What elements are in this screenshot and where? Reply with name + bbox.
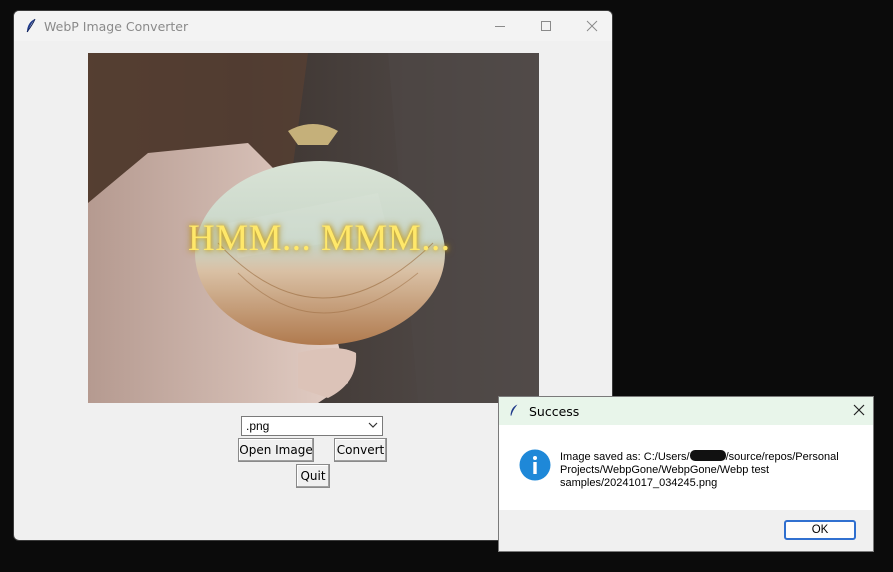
dialog-title-bar[interactable]: Success (499, 397, 873, 425)
minimize-icon (495, 26, 505, 27)
close-icon (586, 20, 598, 32)
open-image-button[interactable]: Open Image (238, 438, 314, 462)
ok-button[interactable]: OK (784, 520, 856, 540)
minimize-button[interactable] (477, 11, 523, 41)
image-preview: HMM... MMM... (88, 53, 539, 403)
success-dialog: Success Image saved as: C:/Users//source… (498, 396, 874, 552)
quit-button[interactable]: Quit (296, 464, 330, 488)
maximize-icon (541, 21, 551, 31)
format-value: .png (246, 419, 270, 433)
info-icon (519, 449, 551, 481)
message-prefix: Image saved as: C:/Users/ (560, 451, 690, 463)
dialog-footer: OK (499, 510, 873, 551)
convert-button[interactable]: Convert (334, 438, 387, 462)
maximize-button[interactable] (523, 11, 569, 41)
redacted-username (689, 450, 726, 461)
feather-icon (510, 404, 518, 416)
title-bar[interactable]: WebP Image Converter (14, 11, 612, 41)
window-title: WebP Image Converter (44, 19, 189, 34)
dialog-message: Image saved as: C:/Users//source/repos/P… (560, 450, 860, 490)
close-icon[interactable] (853, 404, 865, 416)
format-dropdown[interactable]: .png (241, 416, 383, 436)
close-button[interactable] (569, 11, 612, 41)
dialog-title: Success (529, 404, 580, 419)
chevron-down-icon (368, 422, 378, 428)
image-caption: HMM... MMM... (188, 218, 451, 259)
feather-icon (26, 18, 36, 33)
